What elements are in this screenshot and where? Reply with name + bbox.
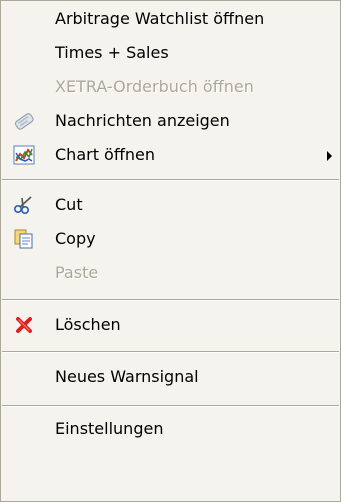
menu-item-paste: Paste (1, 255, 340, 291)
menu-item-label: Copy (55, 229, 96, 248)
menu-item-label: Arbitrage Watchlist öffnen (55, 9, 265, 28)
menu-separator (2, 405, 339, 407)
menu-item-new-alert[interactable]: Neues Warnsignal (1, 359, 340, 395)
menu-item-arbitrage-watchlist[interactable]: Arbitrage Watchlist öffnen (1, 1, 340, 37)
menu-separator (2, 299, 339, 301)
menu-item-label: Cut (55, 195, 83, 214)
menu-item-label: Paste (55, 263, 99, 282)
menu-item-settings[interactable]: Einstellungen (1, 411, 340, 447)
context-menu: Arbitrage Watchlist öffnen Times + Sales… (0, 0, 341, 502)
menu-item-label: XETRA-Orderbuch öffnen (55, 77, 254, 96)
menu-separator (2, 351, 339, 353)
chart-icon (13, 145, 35, 165)
menu-item-news[interactable]: Nachrichten anzeigen (1, 103, 340, 139)
menu-separator (2, 179, 339, 181)
menu-item-chart[interactable]: Chart öffnen (1, 137, 340, 173)
news-icon (13, 111, 35, 131)
menu-item-label: Chart öffnen (55, 145, 155, 164)
menu-item-label: Neues Warnsignal (55, 367, 199, 386)
menu-item-label: Einstellungen (55, 419, 164, 438)
menu-item-xetra-orderbook: XETRA-Orderbuch öffnen (1, 69, 340, 105)
menu-item-delete[interactable]: Löschen (1, 307, 340, 343)
menu-item-label: Löschen (55, 315, 121, 334)
menu-item-label: Nachrichten anzeigen (55, 111, 230, 130)
scissors-icon (13, 195, 35, 215)
red-x-icon (13, 315, 35, 335)
menu-item-label: Times + Sales (55, 43, 169, 62)
menu-item-copy[interactable]: Copy (1, 221, 340, 257)
menu-item-cut[interactable]: Cut (1, 187, 340, 223)
submenu-arrow-icon (327, 151, 332, 161)
copy-icon (13, 229, 35, 249)
menu-item-times-sales[interactable]: Times + Sales (1, 35, 340, 71)
